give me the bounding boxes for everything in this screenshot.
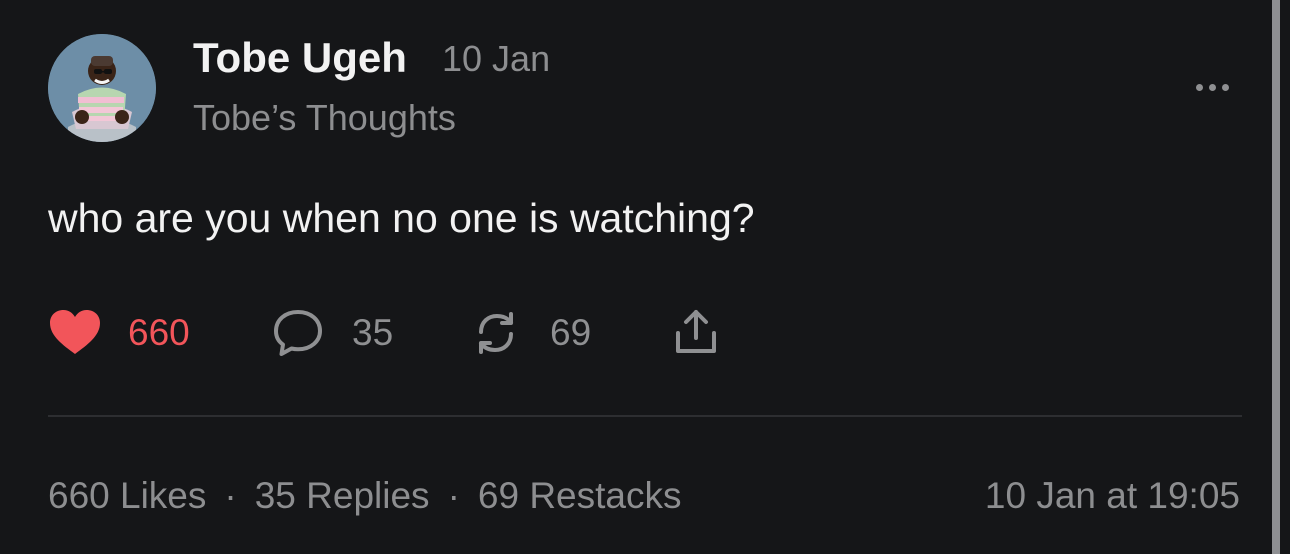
avatar-image — [48, 34, 156, 142]
section-divider — [48, 415, 1242, 417]
like-count: 660 — [128, 312, 190, 353]
restack-button[interactable]: 69 — [468, 305, 591, 361]
more-dots-icon — [1208, 83, 1216, 91]
stats-separator: · — [224, 475, 237, 516]
reply-button[interactable]: 35 — [270, 305, 393, 361]
restack-count: 69 — [550, 312, 592, 353]
restacks-summary[interactable]: 69 Restacks — [478, 472, 682, 520]
author-avatar[interactable] — [48, 34, 156, 142]
post-body-text: who are you when no one is watching? — [48, 195, 755, 241]
likes-summary[interactable]: 660 Likes — [48, 472, 206, 520]
engagement-summary: 660 Likes · 35 Replies · 69 Restacks — [48, 472, 681, 520]
post-timestamp: 10 Jan at 19:05 — [984, 475, 1240, 516]
post-card: Tobe Ugeh 10 Jan Tobe’s Thoughts who are… — [0, 0, 1290, 554]
author-name[interactable]: Tobe Ugeh — [193, 34, 407, 82]
post-date[interactable]: 10 Jan — [442, 37, 550, 81]
speech-bubble-icon — [274, 310, 322, 356]
stats-separator: · — [447, 475, 460, 516]
more-dots-icon — [1195, 83, 1203, 91]
share-icon — [676, 310, 716, 353]
restack-icon — [479, 312, 513, 354]
scrollbar-track[interactable] — [1272, 0, 1280, 554]
like-button[interactable]: 660 — [48, 305, 190, 361]
share-button[interactable] — [668, 305, 724, 361]
reply-count: 35 — [352, 312, 394, 353]
replies-summary[interactable]: 35 Replies — [255, 472, 430, 520]
more-options-button[interactable] — [1191, 76, 1233, 98]
heart-icon — [50, 310, 100, 354]
publication-name[interactable]: Tobe’s Thoughts — [193, 97, 456, 139]
more-dots-icon — [1221, 83, 1229, 91]
